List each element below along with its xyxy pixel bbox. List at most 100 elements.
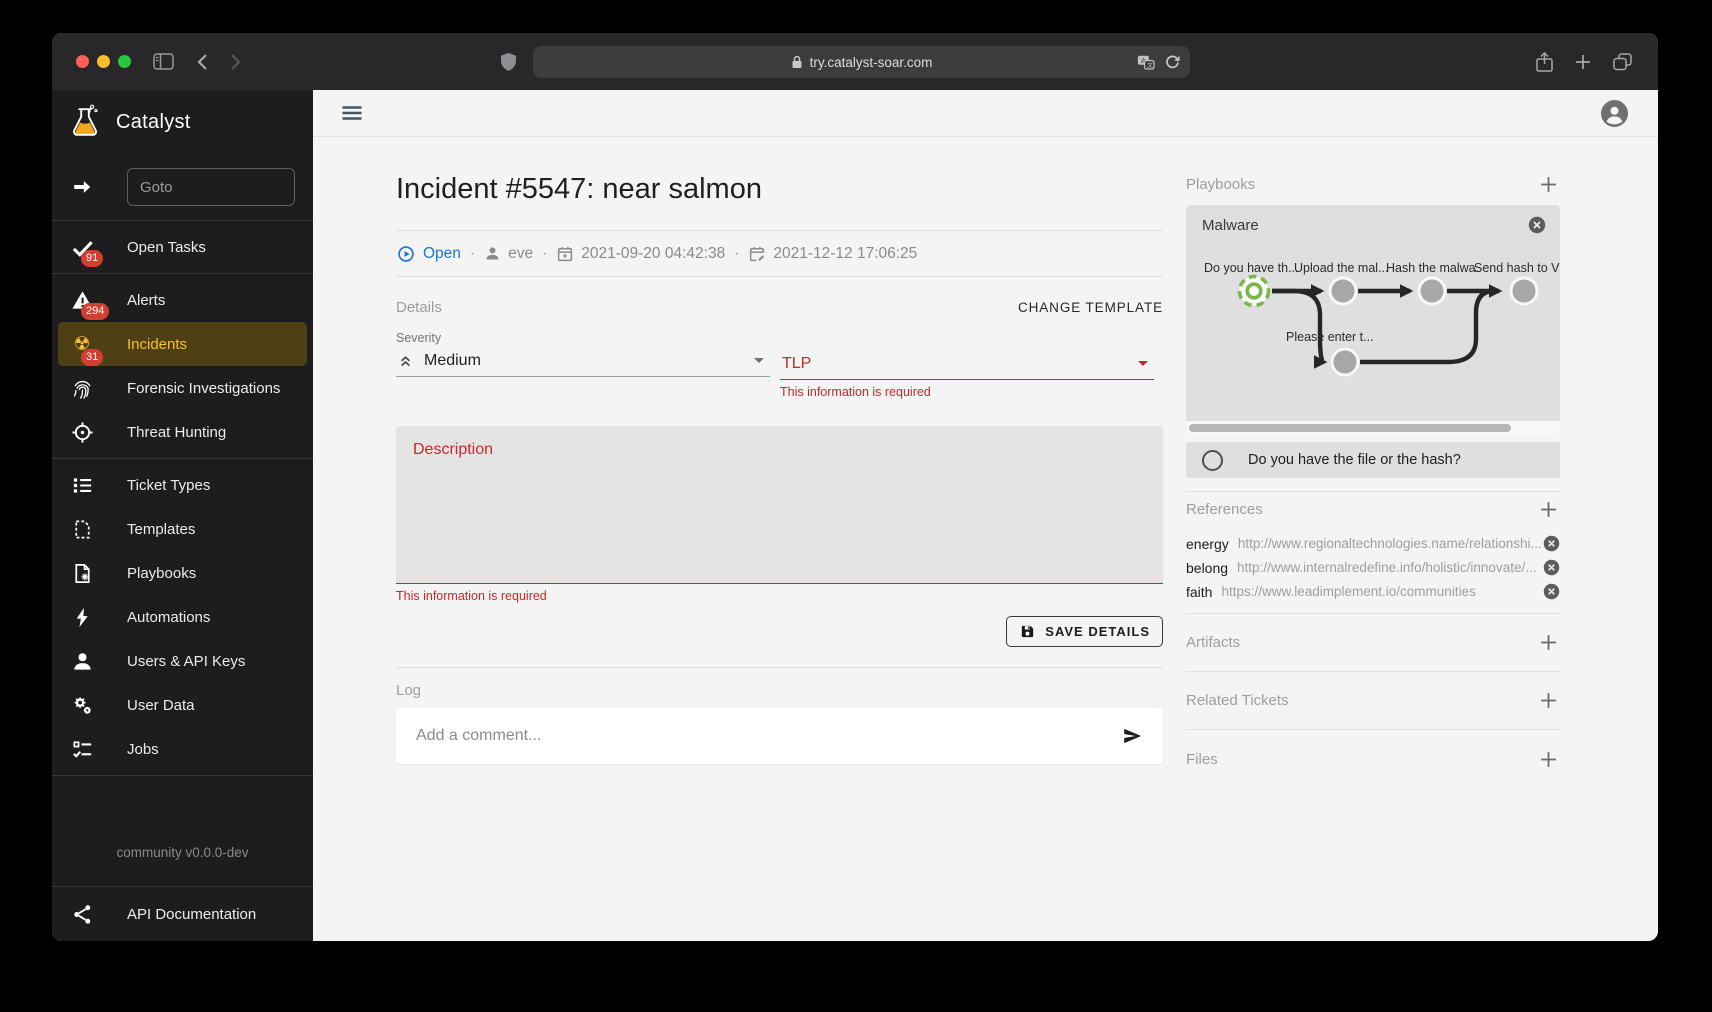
fingerprint-icon <box>70 377 94 400</box>
crosshair-icon <box>70 421 94 444</box>
svg-text:Hash the malwa.: Hash the malwa. <box>1386 261 1479 275</box>
svg-text:Please enter t...: Please enter t... <box>1286 330 1374 344</box>
incidents-badge: 31 <box>81 349 103 366</box>
forward-button[interactable] <box>230 53 242 71</box>
playbook-scrollbar[interactable] <box>1186 421 1560 434</box>
tab-overview-icon[interactable] <box>1613 53 1632 71</box>
reference-link[interactable]: http://www.internalredefine.info/holisti… <box>1237 560 1543 575</box>
change-template-button[interactable]: CHANGE TEMPLATE <box>1018 300 1163 315</box>
url-text: try.catalyst-soar.com <box>810 55 933 70</box>
send-icon[interactable] <box>1121 725 1143 747</box>
sidebar: Catalyst 91 Open Tasks <box>52 90 313 941</box>
modified-timestamp: 2021-12-12 17:06:25 <box>748 245 917 263</box>
severity-value: Medium <box>424 352 481 370</box>
person-icon <box>70 650 94 673</box>
screen: try.catalyst-soar.com A文 <box>0 0 1712 1012</box>
add-file-button[interactable] <box>1537 748 1560 771</box>
close-window-button[interactable] <box>76 55 89 68</box>
address-bar[interactable]: try.catalyst-soar.com A文 <box>533 46 1190 78</box>
playbooks-section-label: Playbooks <box>1186 176 1255 193</box>
comment-box <box>396 708 1163 764</box>
sidebar-toggle-icon[interactable] <box>153 53 174 70</box>
sidebar-item-user-data[interactable]: User Data <box>52 683 313 727</box>
goto-arrow-icon <box>70 176 94 198</box>
share-nodes-icon <box>70 903 94 926</box>
sidebar-item-automations[interactable]: Automations <box>52 595 313 639</box>
incident-owner: eve <box>484 245 533 263</box>
task-status-circle-icon[interactable] <box>1202 450 1223 471</box>
tlp-error: This information is required <box>780 385 1154 399</box>
menu-icon[interactable] <box>340 101 364 125</box>
related-tickets-section: Related Tickets <box>1186 672 1560 730</box>
sidebar-item-jobs[interactable]: Jobs <box>52 727 313 771</box>
chevron-down-icon <box>754 358 764 363</box>
playbook-workflow-diagram[interactable]: Do you have th... Upload the mal... Hash… <box>1186 245 1560 421</box>
sidebar-item-templates[interactable]: Templates <box>52 507 313 551</box>
sidebar-item-api-documentation[interactable]: API Documentation <box>52 886 313 941</box>
description-label: Description <box>413 441 493 458</box>
browser-window: try.catalyst-soar.com A文 <box>52 33 1658 941</box>
reference-row: faith https://www.leadimplement.io/commu… <box>1186 583 1560 600</box>
playbook-task-row[interactable]: Do you have the file or the hash? <box>1186 442 1560 478</box>
reference-row: energy http://www.regionaltechnologies.n… <box>1186 535 1560 552</box>
new-tab-icon[interactable] <box>1575 54 1591 70</box>
avatar[interactable] <box>1601 100 1628 127</box>
translate-icon[interactable]: A文 <box>1137 55 1155 70</box>
traffic-lights <box>76 55 131 68</box>
description-textarea[interactable]: Description <box>396 426 1163 584</box>
document-gear-icon <box>70 562 94 585</box>
reference-link[interactable]: http://www.regionaltechnologies.name/rel… <box>1238 536 1543 551</box>
owner-icon <box>484 245 501 262</box>
add-artifact-button[interactable] <box>1537 631 1560 654</box>
sidebar-item-incidents[interactable]: ☢ 31 Incidents <box>58 322 307 366</box>
open-tasks-badge: 91 <box>81 250 103 267</box>
files-section: Files <box>1186 730 1560 788</box>
sidebar-item-users-api-keys[interactable]: Users & API Keys <box>52 639 313 683</box>
svg-text:Do you have th...: Do you have th... <box>1204 261 1299 275</box>
save-details-button[interactable]: SAVE DETAILS <box>1006 616 1163 647</box>
sidebar-item-alerts[interactable]: 294 Alerts <box>52 278 313 322</box>
list-icon <box>70 474 94 497</box>
checklist-icon <box>70 738 94 761</box>
back-button[interactable] <box>196 53 208 71</box>
add-related-ticket-button[interactable] <box>1537 689 1560 712</box>
artifacts-section-label: Artifacts <box>1186 634 1240 651</box>
sidebar-item-threat-hunting[interactable]: Threat Hunting <box>52 410 313 454</box>
svg-text:Upload the mal...: Upload the mal... <box>1294 261 1389 275</box>
goto-row <box>52 154 313 220</box>
reload-icon[interactable] <box>1165 55 1180 70</box>
brand: Catalyst <box>52 90 313 154</box>
zoom-window-button[interactable] <box>118 55 131 68</box>
lock-icon <box>791 55 803 69</box>
version-label: community v0.0.0-dev <box>52 845 313 886</box>
app-bar <box>313 90 1658 137</box>
add-reference-button[interactable] <box>1537 498 1560 521</box>
sidebar-item-open-tasks[interactable]: 91 Open Tasks <box>52 225 313 269</box>
calendar-edit-icon <box>748 245 766 263</box>
tlp-value: TLP <box>782 355 811 373</box>
share-icon[interactable] <box>1536 52 1553 72</box>
save-icon <box>1019 623 1036 640</box>
add-playbook-button[interactable] <box>1537 173 1560 196</box>
sidebar-item-forensic-investigations[interactable]: Forensic Investigations <box>52 366 313 410</box>
sidebar-item-playbooks[interactable]: Playbooks <box>52 551 313 595</box>
gears-icon <box>70 694 94 717</box>
remove-reference-icon[interactable] <box>1543 535 1560 552</box>
divider <box>396 667 1163 668</box>
details-section-label: Details <box>396 299 442 316</box>
remove-reference-icon[interactable] <box>1543 583 1560 600</box>
reference-link[interactable]: https://www.leadimplement.io/communities <box>1221 584 1543 599</box>
goto-input[interactable] <box>127 168 295 206</box>
severity-field[interactable]: Severity Medium <box>396 331 770 399</box>
comment-input[interactable] <box>416 727 1121 745</box>
remove-playbook-icon[interactable] <box>1528 216 1546 234</box>
tlp-field[interactable]: TLP This information is required <box>780 331 1154 399</box>
minimize-window-button[interactable] <box>97 55 110 68</box>
sidebar-item-ticket-types[interactable]: Ticket Types <box>52 463 313 507</box>
scrollbar-thumb[interactable] <box>1189 424 1511 432</box>
remove-reference-icon[interactable] <box>1543 559 1560 576</box>
privacy-shield-icon[interactable] <box>500 52 517 72</box>
incident-meta-row: Open · eve · <box>396 231 1163 277</box>
status-badge[interactable]: Open <box>396 244 461 264</box>
created-timestamp: 2021-09-20 04:42:38 <box>556 245 725 263</box>
